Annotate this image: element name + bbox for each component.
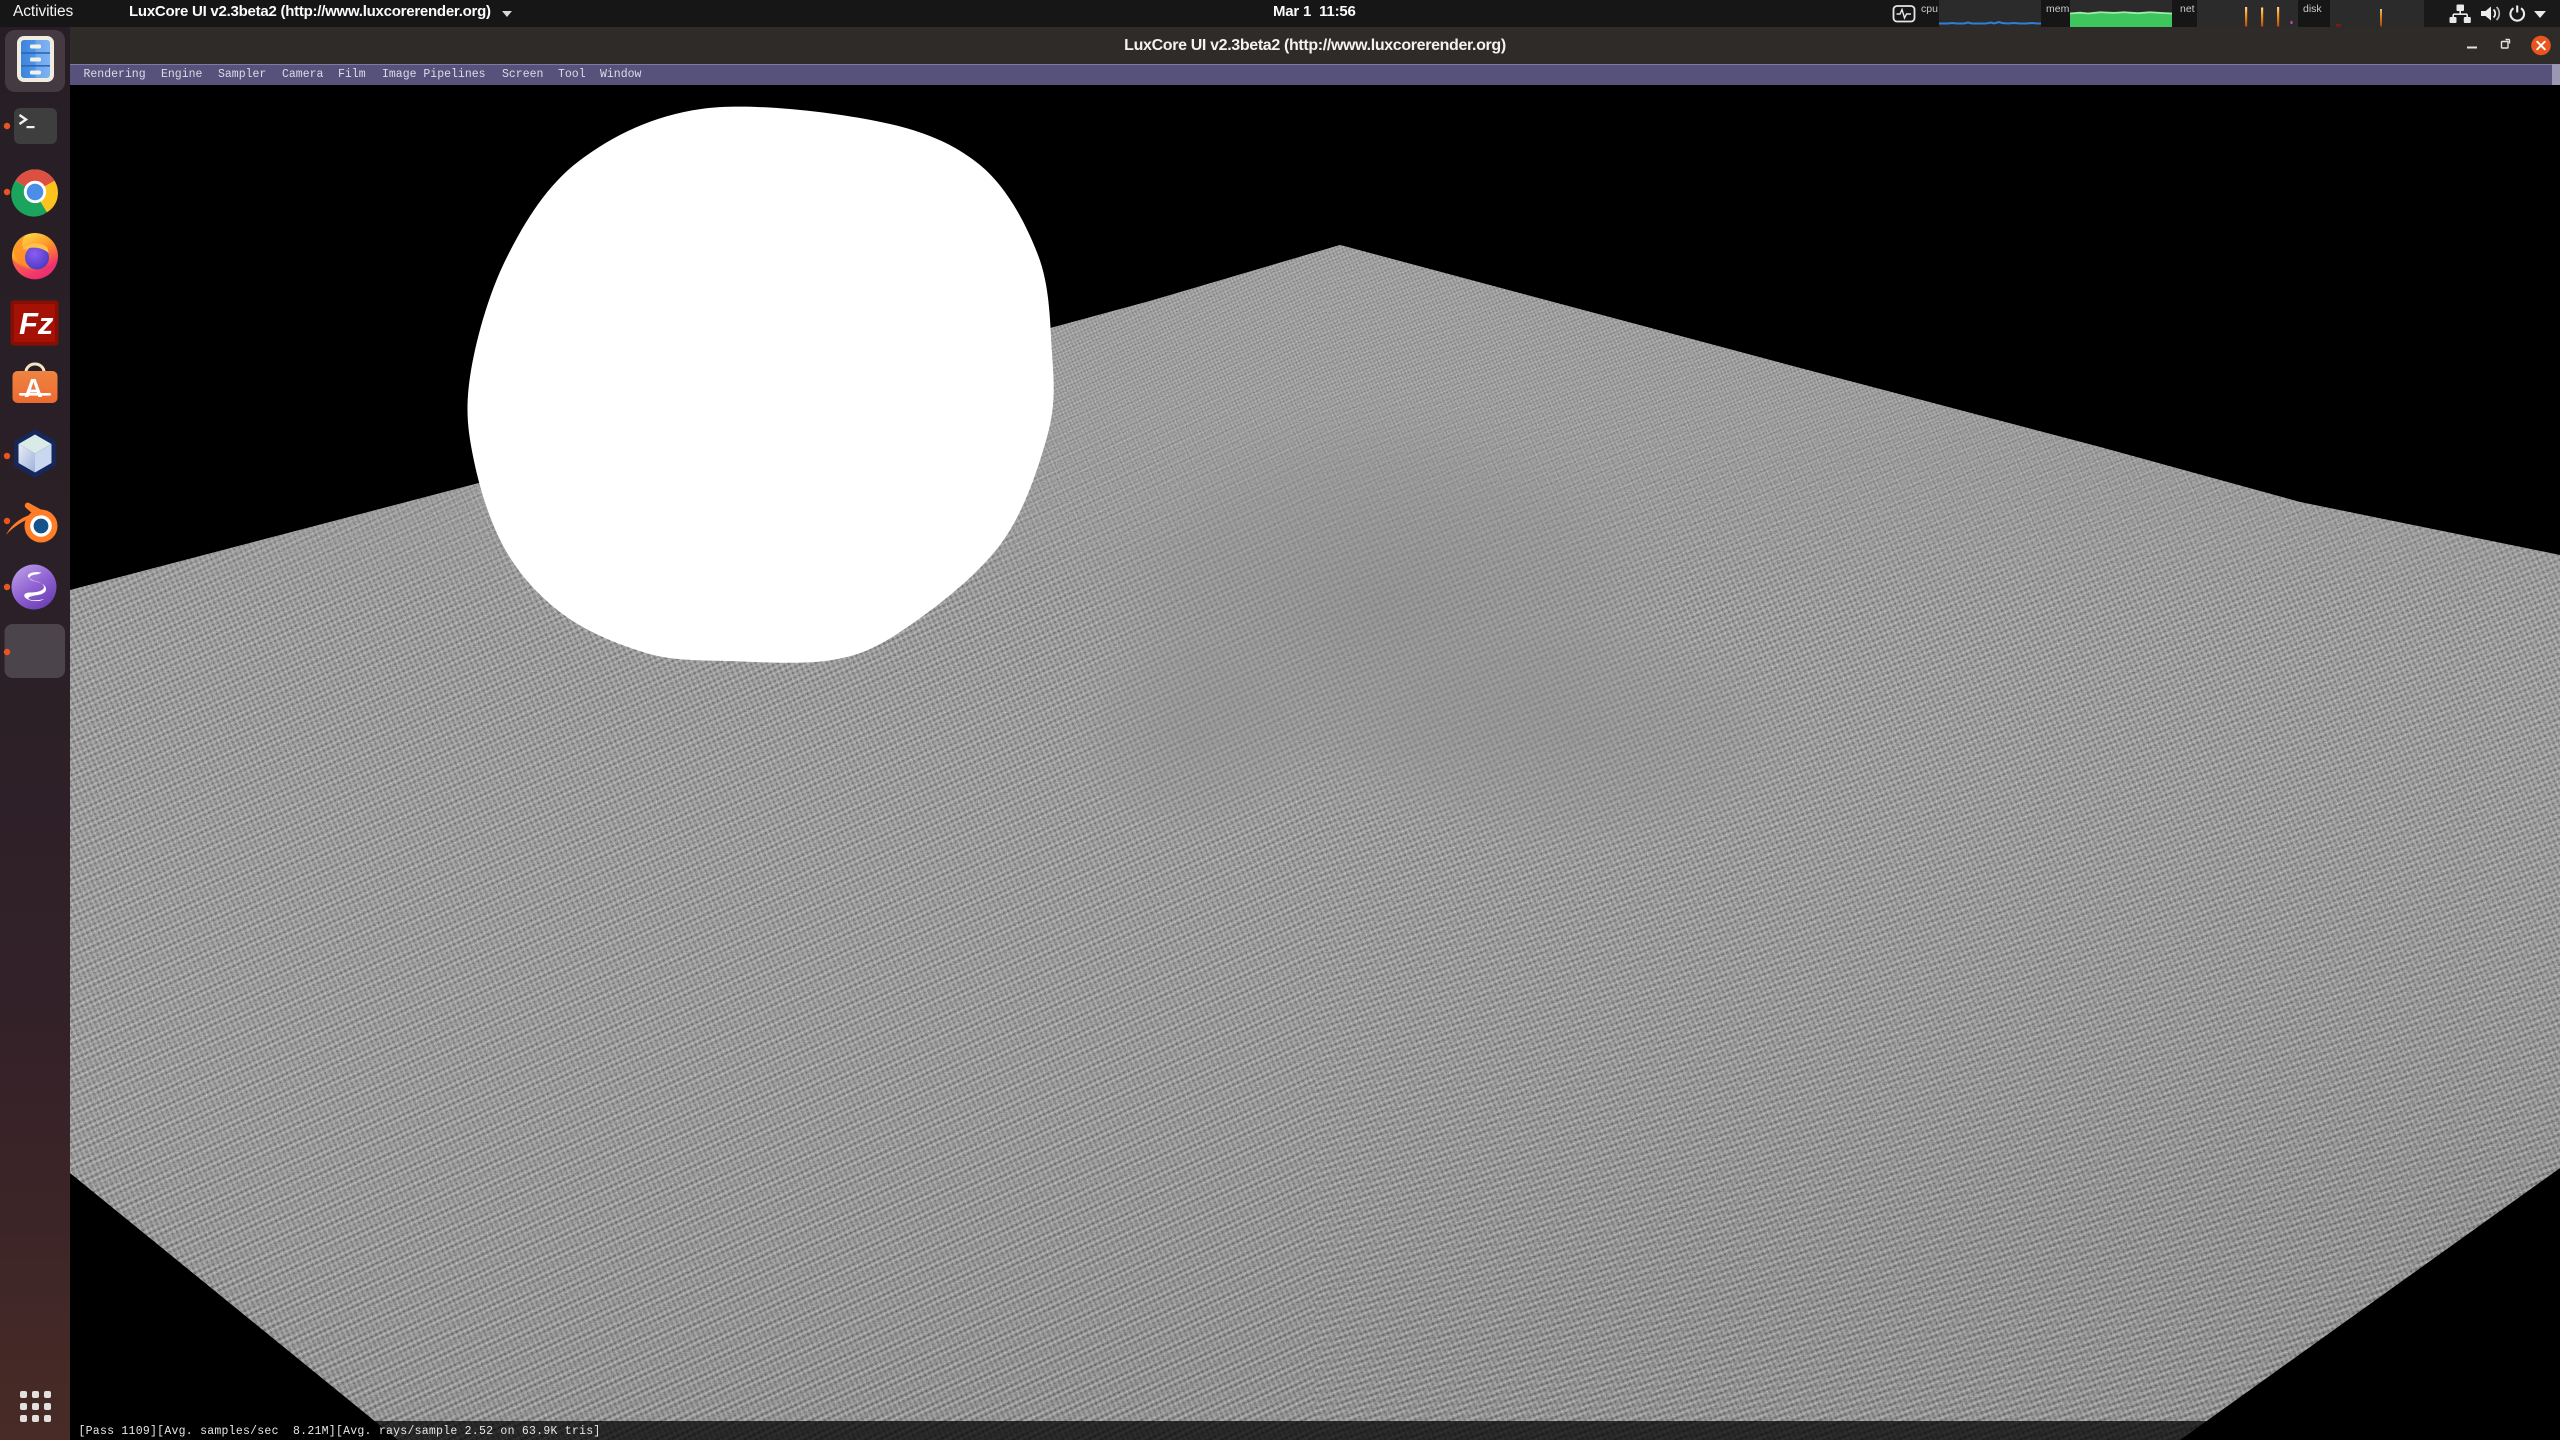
svg-text:Fz: Fz	[19, 306, 54, 341]
svg-text:A: A	[24, 373, 43, 403]
